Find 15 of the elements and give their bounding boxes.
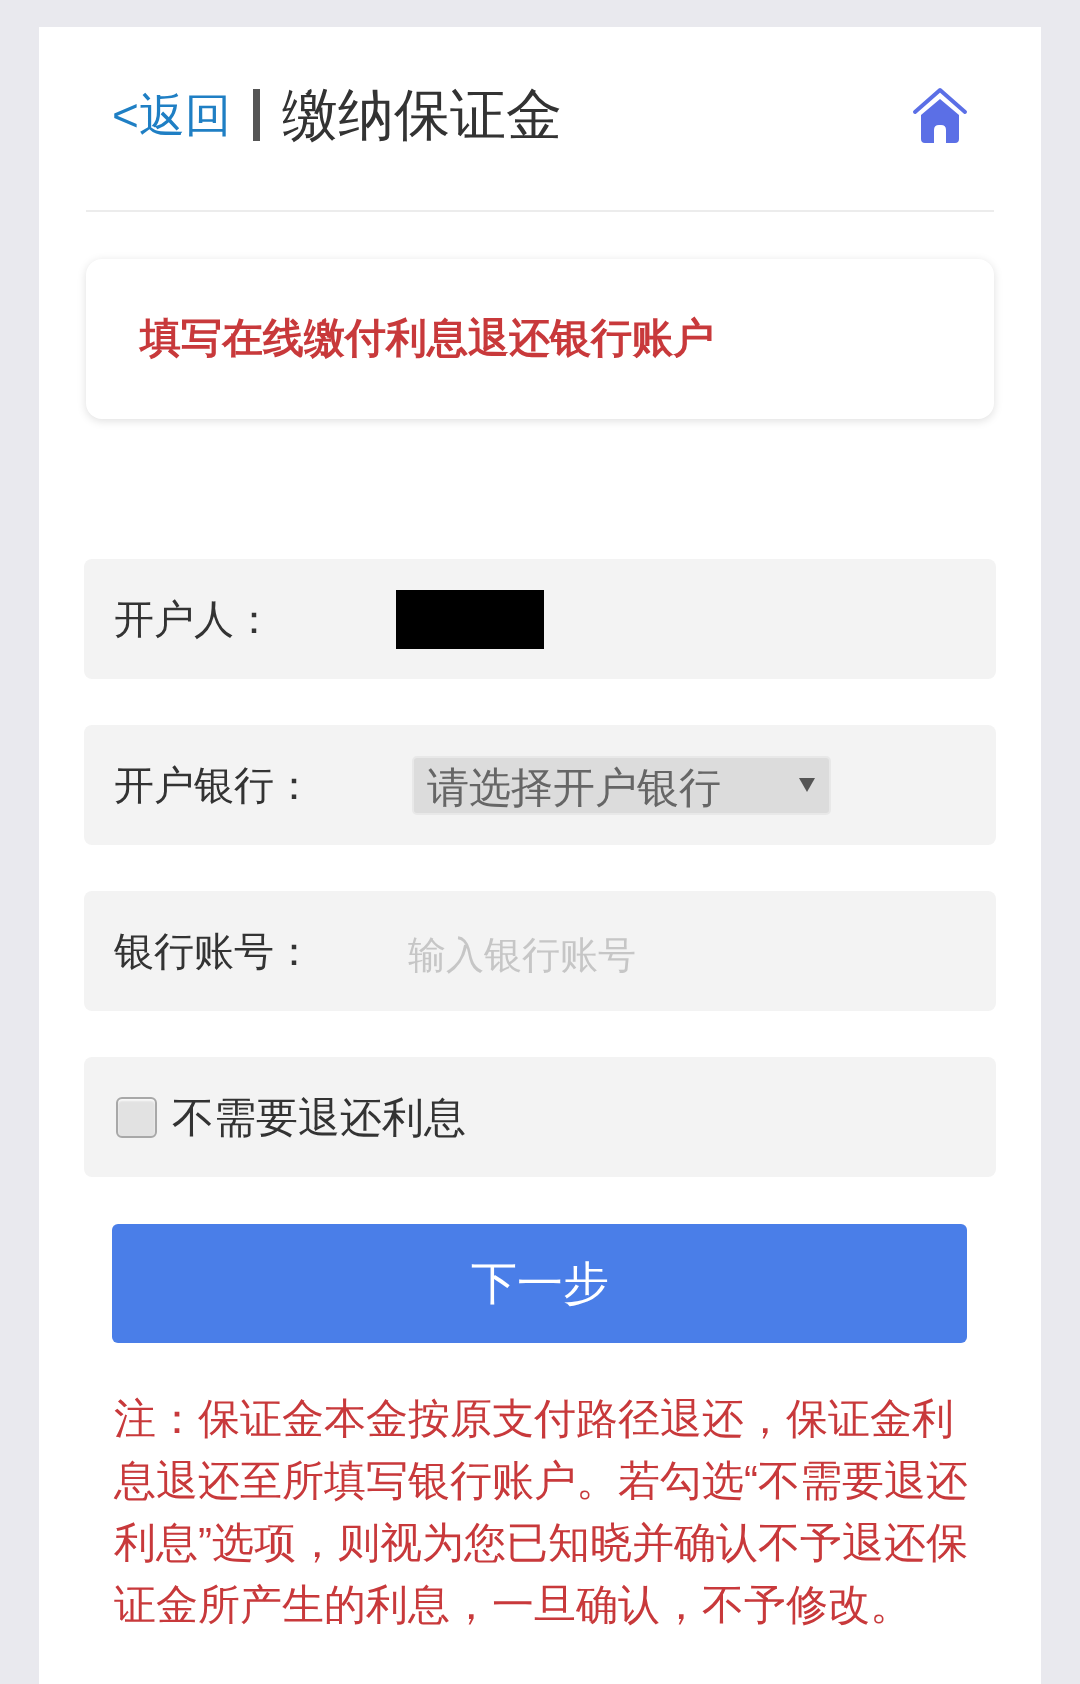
field-label: 开户银行： — [114, 762, 315, 809]
home-icon[interactable] — [912, 86, 968, 144]
back-link[interactable]: <返回 — [112, 80, 231, 150]
field-label: 银行账号： — [114, 928, 315, 975]
note-text: 注：保证金本金按原支付路径退还，保证金利息退还至所填写银行账户。若勾选“不需要退还利息”选项，则视为您已知晓并确认不予退还保证金所产生的利息，一旦确认，不予修改。 — [114, 1394, 969, 1630]
separator-bar — [252, 89, 260, 141]
dropdown-caret-icon — [799, 778, 815, 792]
page-title: 缴纳保证金 — [281, 82, 562, 148]
checkbox-label: 不需要退还利息 — [172, 1092, 466, 1143]
bank-select[interactable]: 请选择开户银行 — [412, 755, 831, 815]
checkbox[interactable] — [116, 1096, 157, 1138]
next-button[interactable]: 下一步 — [112, 1224, 967, 1343]
notice-title: 填写在线缴付利息退还银行账户 — [140, 314, 714, 364]
field-label: 开户人： — [114, 596, 275, 643]
select-value: 请选择开户银行 — [427, 763, 721, 813]
